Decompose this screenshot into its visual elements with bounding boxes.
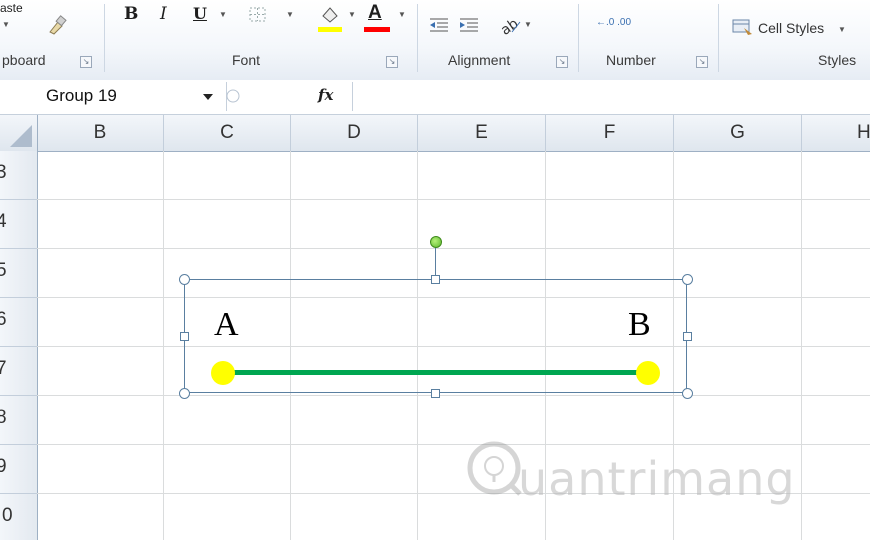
row-header-8[interactable]: 8 <box>0 407 26 429</box>
point-a-label[interactable]: A <box>214 306 239 344</box>
row-header-7[interactable]: 7 <box>0 358 26 380</box>
grid-line <box>0 493 37 494</box>
underline-dropdown-icon[interactable]: ▼ <box>219 10 227 19</box>
group-separator <box>718 4 719 72</box>
decrease-indent-icon[interactable] <box>428 16 450 36</box>
grid-line <box>0 444 37 445</box>
resize-handle-bottom-right[interactable] <box>682 388 693 399</box>
svg-text:ab: ab <box>498 16 522 36</box>
grid-line <box>0 248 37 249</box>
column-header-b[interactable]: B <box>37 115 164 151</box>
row-header-5[interactable]: 5 <box>0 260 26 282</box>
resize-handle-top-left[interactable] <box>179 274 190 285</box>
orientation-icon[interactable]: ab <box>498 14 522 36</box>
grid-line <box>37 444 870 445</box>
grid-line <box>0 297 37 298</box>
rotation-handle-stem <box>435 246 436 276</box>
column-header-h[interactable]: H <box>802 115 870 151</box>
name-box-dropdown-icon[interactable] <box>203 94 213 100</box>
column-header-c[interactable]: C <box>164 115 291 151</box>
resize-handle-left[interactable] <box>180 332 189 341</box>
resize-handle-top[interactable] <box>431 275 440 284</box>
number-dialog-launcher-icon[interactable]: ↘ <box>696 56 708 68</box>
paste-dropdown-icon[interactable]: ▼ <box>2 20 10 29</box>
row-header-3[interactable]: 3 <box>0 162 26 184</box>
row-header-9[interactable]: 9 <box>0 456 26 478</box>
borders-icon[interactable] <box>248 6 268 24</box>
grid-line <box>37 199 870 200</box>
grid-line <box>163 151 164 548</box>
styles-group-label: Styles <box>818 52 857 68</box>
row-header-10[interactable]: 0 <box>2 505 32 527</box>
grid-line <box>0 346 37 347</box>
formula-input[interactable] <box>352 82 870 111</box>
ribbon: aste ▼ pboard ↘ B I U ▼ ▼ ▼ A ▼ Font ↘ a… <box>0 0 870 81</box>
cell-styles-button[interactable]: Cell Styles <box>758 20 824 36</box>
grid-line <box>0 395 37 396</box>
orientation-dropdown-icon[interactable]: ▼ <box>524 20 532 29</box>
clipboard-dialog-launcher-icon[interactable]: ↘ <box>80 56 92 68</box>
resize-handle-bottom-left[interactable] <box>179 388 190 399</box>
grid-line <box>37 248 870 249</box>
clipboard-group-label: pboard <box>2 52 46 68</box>
resize-handle-bottom[interactable] <box>431 389 440 398</box>
alignment-dialog-launcher-icon[interactable]: ↘ <box>556 56 568 68</box>
font-color-dropdown-icon[interactable]: ▼ <box>398 10 406 19</box>
grid-line <box>0 199 37 200</box>
font-color-button[interactable]: A <box>368 2 382 24</box>
bold-button[interactable]: B <box>124 4 138 24</box>
name-box-value[interactable]: Group 19 <box>46 86 117 106</box>
row-header-4[interactable]: 4 <box>0 211 26 233</box>
alignment-group-label: Alignment <box>448 52 511 68</box>
underline-button[interactable]: U <box>193 4 207 23</box>
font-color-swatch <box>364 27 390 32</box>
increase-decimal-button[interactable]: ←.0 .00 <box>596 17 631 28</box>
column-header-d[interactable]: D <box>291 115 418 151</box>
fill-color-dropdown-icon[interactable]: ▼ <box>348 10 356 19</box>
borders-dropdown-icon[interactable]: ▼ <box>286 10 294 19</box>
watermark-text: uantrimang <box>518 452 796 506</box>
point-b-label[interactable]: B <box>628 306 651 344</box>
point-a-dot[interactable] <box>211 361 235 385</box>
italic-button[interactable]: I <box>160 4 167 24</box>
group-separator <box>104 4 105 72</box>
column-header-g[interactable]: G <box>674 115 802 151</box>
resize-handle-top-right[interactable] <box>682 274 693 285</box>
grid-line <box>801 151 802 548</box>
resize-handle-right[interactable] <box>683 332 692 341</box>
fill-color-icon[interactable] <box>318 4 342 32</box>
increase-indent-icon[interactable] <box>458 16 480 36</box>
grid-line <box>37 395 870 396</box>
sheet-bottom-edge <box>0 540 870 548</box>
number-group-label: Number <box>606 52 656 68</box>
line-segment-ab[interactable] <box>222 370 648 375</box>
cell-styles-dropdown-icon[interactable]: ▼ <box>838 25 846 34</box>
shape-group-selection[interactable] <box>184 279 687 393</box>
column-header-f[interactable]: F <box>546 115 674 151</box>
group-separator <box>578 4 579 72</box>
font-dialog-launcher-icon[interactable]: ↘ <box>386 56 398 68</box>
point-b-dot[interactable] <box>636 361 660 385</box>
select-all-icon <box>10 125 32 147</box>
insert-function-button[interactable]: fx <box>318 86 333 104</box>
rotation-handle-icon[interactable] <box>430 236 442 248</box>
row-header-6[interactable]: 6 <box>0 309 26 331</box>
group-separator <box>417 4 418 72</box>
cell-styles-icon[interactable] <box>732 18 754 36</box>
paste-button-label[interactable]: aste <box>0 1 23 15</box>
format-painter-icon[interactable] <box>46 14 68 36</box>
watermark-logo-icon <box>467 441 522 496</box>
formula-bar-splitter-icon[interactable] <box>224 86 242 106</box>
font-group-label: Font <box>232 52 261 68</box>
column-header-e[interactable]: E <box>418 115 546 151</box>
